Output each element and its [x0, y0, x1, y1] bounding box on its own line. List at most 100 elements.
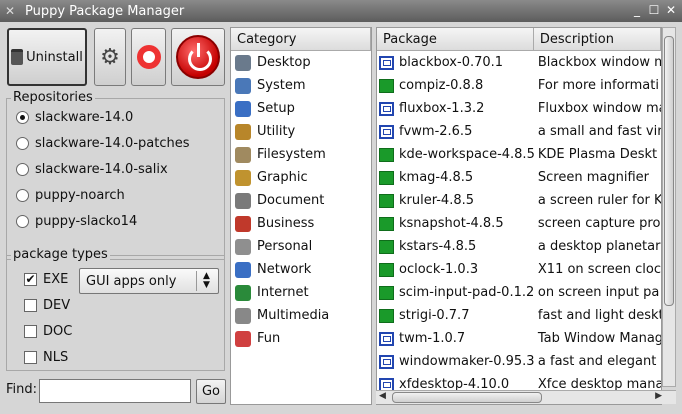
package-icon: [379, 78, 394, 93]
category-label: Network: [257, 262, 312, 277]
category-label: Desktop: [257, 55, 311, 70]
go-button[interactable]: Go: [196, 379, 226, 404]
window-title: Puppy Package Manager: [25, 3, 185, 19]
window-app-icon: [379, 354, 394, 369]
spin-arrows-icon: ▲ ▼: [196, 271, 216, 291]
trash-icon: [11, 49, 24, 65]
maximize-icon[interactable]: ☐: [647, 3, 661, 17]
quit-button[interactable]: [171, 28, 225, 86]
setup-icon: [235, 100, 251, 117]
left-panel: Uninstall ⚙ Repositories slackware-14.0 …: [0, 22, 230, 414]
category-item[interactable]: System: [231, 74, 371, 97]
category-item[interactable]: Business: [231, 212, 371, 235]
repo-radio[interactable]: slackware-14.0: [16, 107, 133, 127]
radio-icon[interactable]: [16, 188, 29, 202]
package-row[interactable]: ksnapshot-4.8.5 screen capture pro: [377, 212, 661, 235]
close-icon[interactable]: ✕: [664, 3, 678, 17]
scroll-left-icon[interactable]: ◀: [379, 391, 386, 401]
app-type-select[interactable]: GUI apps only ▲ ▼: [79, 268, 219, 294]
package-row[interactable]: blackbox-0.70.1 Blackbox window m: [377, 51, 661, 74]
package-name: fvwm-2.6.5: [399, 124, 473, 139]
help-button[interactable]: [131, 28, 166, 86]
package-description: a fast and elegant: [537, 354, 657, 369]
package-name: compiz-0.8.8: [399, 78, 484, 93]
repo-radio[interactable]: puppy-slacko14: [16, 211, 137, 231]
minimize-icon[interactable]: _: [630, 3, 644, 17]
title-bar: ✕ Puppy Package Manager _ ☐ ✕: [0, 0, 682, 22]
package-row[interactable]: kde-workspace-4.8.5 KDE Plasma Deskt: [377, 143, 661, 166]
package-row[interactable]: fluxbox-1.3.2 Fluxbox window ma: [377, 97, 661, 120]
find-label: Find:: [6, 382, 38, 397]
category-item[interactable]: Network: [231, 258, 371, 281]
category-item[interactable]: Internet: [231, 281, 371, 304]
radio-selected-icon[interactable]: [16, 110, 29, 124]
category-item[interactable]: Setup: [231, 97, 371, 120]
category-item[interactable]: Desktop: [231, 51, 371, 74]
repo-label: slackware-14.0: [35, 109, 134, 125]
repo-radio[interactable]: slackware-14.0-salix: [16, 159, 168, 179]
repo-radio[interactable]: slackware-14.0-patches: [16, 133, 189, 153]
type-checkbox-dev[interactable]: DEV: [24, 295, 70, 315]
package-row[interactable]: oclock-1.0.3 X11 on screen clocl: [377, 258, 661, 281]
scroll-thumb[interactable]: [664, 36, 674, 306]
package-header[interactable]: Package: [377, 28, 534, 51]
category-item[interactable]: Utility: [231, 120, 371, 143]
package-row[interactable]: strigi-0.7.7 fast and light deskt: [377, 304, 661, 327]
package-list: Package Description blackbox-0.70.1 Black…: [376, 27, 662, 405]
find-input[interactable]: [39, 379, 191, 403]
package-row[interactable]: kruler-4.8.5 a screen ruler for K: [377, 189, 661, 212]
package-icon: [379, 262, 394, 277]
package-icon: [379, 216, 394, 231]
category-item[interactable]: Filesystem: [231, 143, 371, 166]
package-description: Fluxbox window ma: [537, 101, 661, 116]
scroll-thumb[interactable]: [392, 392, 542, 403]
package-row[interactable]: kstars-4.8.5 a desktop planetar: [377, 235, 661, 258]
package-name: blackbox-0.70.1: [399, 55, 504, 70]
package-row[interactable]: twm-1.0.7 Tab Window Manag: [377, 327, 661, 350]
settings-button[interactable]: ⚙: [94, 28, 126, 86]
package-name: strigi-0.7.7: [399, 308, 470, 323]
type-checkbox-doc[interactable]: DOC: [24, 321, 72, 341]
checkbox-icon[interactable]: [24, 350, 37, 364]
horizontal-scrollbar[interactable]: ◀ ▶: [376, 390, 676, 404]
category-item[interactable]: Document: [231, 189, 371, 212]
checkbox-icon[interactable]: [24, 298, 37, 312]
checkbox-checked-icon[interactable]: ✔: [24, 272, 37, 286]
package-row[interactable]: scim-input-pad-0.1.2 on screen input pa: [377, 281, 661, 304]
package-row[interactable]: windowmaker-0.95.3 a fast and elegant: [377, 350, 661, 373]
package-description: fast and light deskt: [537, 308, 661, 323]
category-item[interactable]: Personal: [231, 235, 371, 258]
category-header[interactable]: Category: [231, 28, 371, 51]
category-item[interactable]: Fun: [231, 327, 371, 350]
repo-label: puppy-noarch: [35, 187, 125, 203]
app-icon: ✕: [5, 4, 16, 18]
category-label: Graphic: [257, 170, 308, 185]
package-row[interactable]: kmag-4.8.5 Screen magnifier: [377, 166, 661, 189]
checkbox-icon[interactable]: [24, 324, 37, 338]
vertical-scrollbar[interactable]: [662, 27, 676, 387]
package-name: kde-workspace-4.8.5: [399, 147, 534, 162]
repo-label: slackware-14.0-patches: [35, 135, 190, 151]
package-description: Screen magnifier: [537, 170, 649, 185]
window-app-icon: [379, 124, 394, 139]
description-header[interactable]: Description: [533, 28, 661, 51]
gear-icon: ⚙: [100, 44, 120, 70]
repo-radio[interactable]: puppy-noarch: [16, 185, 125, 205]
uninstall-button[interactable]: Uninstall: [7, 28, 87, 86]
type-checkbox-exe[interactable]: ✔ EXE: [24, 269, 68, 289]
category-item[interactable]: Multimedia: [231, 304, 371, 327]
radio-icon[interactable]: [16, 136, 29, 150]
radio-icon[interactable]: [16, 162, 29, 176]
window-app-icon: [379, 331, 394, 346]
type-label: DEV: [43, 297, 71, 313]
type-checkbox-nls[interactable]: NLS: [24, 347, 68, 367]
package-row[interactable]: compiz-0.8.8 For more informati: [377, 74, 661, 97]
category-label: Internet: [257, 285, 309, 300]
package-row[interactable]: fvwm-2.6.5 a small and fast vir: [377, 120, 661, 143]
scroll-right-icon[interactable]: ▶: [655, 391, 662, 401]
package-name: kruler-4.8.5: [399, 193, 475, 208]
category-item[interactable]: Graphic: [231, 166, 371, 189]
radio-icon[interactable]: [16, 214, 29, 228]
filesystem-icon: [235, 146, 251, 163]
package-icon: [379, 308, 394, 323]
